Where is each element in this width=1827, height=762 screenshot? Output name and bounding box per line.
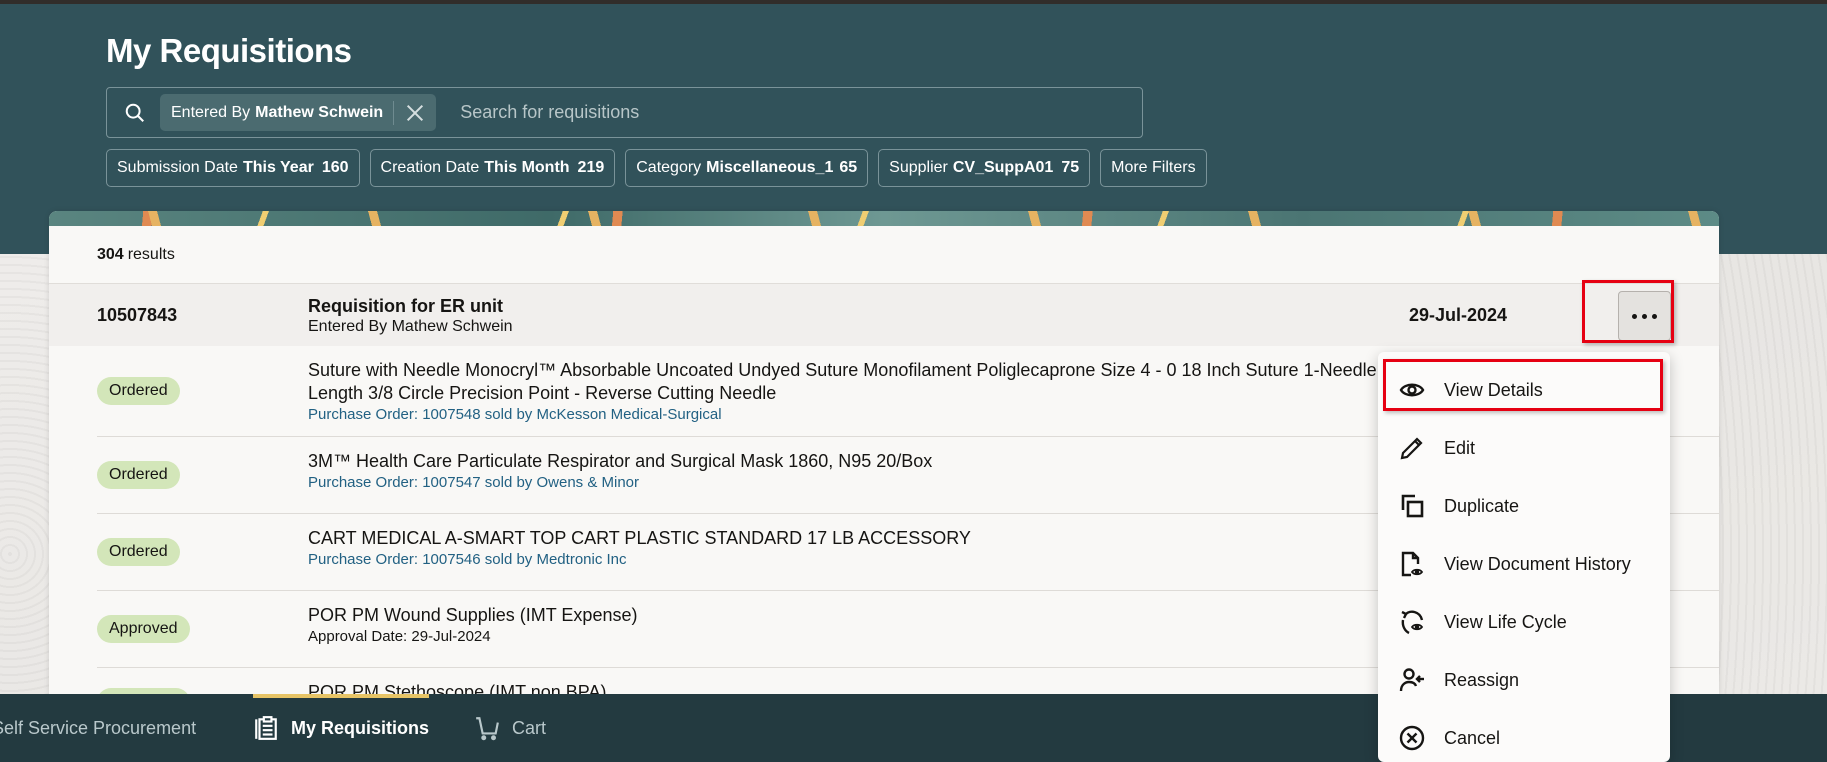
line-item-description: 3M™ Health Care Particulate Respirator a… (308, 451, 933, 471)
filter-supplier[interactable]: Supplier CV_SuppA01 75 (878, 149, 1091, 187)
filter-label: Submission Date (117, 159, 238, 176)
line-item-text: Suture with Needle Monocryl™ Absorbable … (308, 359, 1478, 423)
approval-date: Approval Date: 29-Jul-2024 (308, 628, 491, 645)
requisition-header-row[interactable]: 10507843 Requisition for ER unit Entered… (49, 284, 1719, 346)
duplicate-icon (1401, 494, 1424, 518)
nav-label: Cart (512, 717, 547, 738)
requisition-date: 29-Jul-2024 (1409, 304, 1508, 325)
filter-count: 219 (577, 159, 605, 176)
purchase-order-link[interactable]: Purchase Order: 1007547 sold by Owens & … (308, 474, 1478, 491)
filter-value: CV_SuppA01 (952, 159, 1054, 176)
menu-item-label: View Details (1444, 379, 1543, 400)
requisition-id: 10507843 (97, 304, 178, 325)
nav-label: My Requisitions (291, 717, 430, 738)
menu-item-edit[interactable]: Edit (1378, 419, 1670, 477)
status-badge: Approved (97, 615, 190, 643)
life-cycle-icon (1401, 610, 1424, 635)
purchase-order-link[interactable]: Purchase Order: 1007546 sold by Medtroni… (308, 551, 1478, 568)
status-badge: Ordered (97, 538, 180, 566)
menu-item-label: Reassign (1444, 669, 1520, 690)
document-history-icon (1401, 551, 1424, 577)
cart-icon (476, 717, 499, 741)
more-filters-button[interactable]: More Filters (1100, 149, 1207, 187)
menu-item-view-document-history[interactable]: View Document History (1378, 535, 1670, 593)
filter-label: Category (636, 159, 702, 176)
cancel-circle-icon (1399, 725, 1425, 751)
actions-menu: View Details Edit Duplicate View Documen… (1378, 352, 1670, 762)
menu-item-cancel[interactable]: Cancel (1378, 709, 1670, 762)
decorative-banner (49, 211, 1719, 226)
menu-item-label: Edit (1444, 437, 1476, 458)
nav-my-requisitions[interactable]: My Requisitions (253, 694, 430, 762)
eye-icon (1399, 383, 1425, 397)
menu-item-label: Duplicate (1444, 495, 1520, 516)
reassign-user-icon (1399, 668, 1424, 692)
filter-bar: Submission Date This Year 160 Creation D… (106, 149, 1207, 187)
menu-item-duplicate[interactable]: Duplicate (1378, 477, 1670, 535)
search-input[interactable] (460, 102, 1142, 123)
filter-submission-date[interactable]: Submission Date This Year 160 (106, 149, 360, 187)
menu-item-view-life-cycle[interactable]: View Life Cycle (1378, 593, 1670, 651)
search-icon[interactable] (124, 102, 146, 124)
line-item-text: POR PM Stethoscope (IMT non BPA) (308, 681, 1478, 694)
filter-category[interactable]: Category Miscellaneous_1 65 (625, 149, 869, 187)
line-item-description: CART MEDICAL A-SMART TOP CART PLASTIC ST… (308, 528, 971, 548)
chip-value: Mathew Schwein (255, 103, 384, 121)
requisition-title: Requisition for ER unit (308, 296, 503, 316)
filter-value: This Year (242, 159, 314, 176)
line-item-text: 3M™ Health Care Particulate Respirator a… (308, 450, 1478, 491)
status-badge: Ordered (97, 377, 180, 405)
line-item-description: Suture with Needle Monocryl™ Absorbable … (308, 360, 1437, 403)
results-label: results (127, 245, 175, 263)
results-count: 304 results (49, 226, 1719, 284)
chip-divider (393, 100, 395, 125)
line-item-text: POR PM Wound Supplies (IMT Expense) Appr… (308, 604, 1478, 645)
menu-item-label: Cancel (1444, 727, 1501, 748)
requisition-title-block: Requisition for ER unit Entered By Mathe… (308, 296, 513, 336)
filter-label: Supplier (889, 159, 948, 176)
menu-item-reassign[interactable]: Reassign (1378, 651, 1670, 709)
status-badge: Ordered (97, 461, 180, 489)
line-item-text: CART MEDICAL A-SMART TOP CART PLASTIC ST… (308, 527, 1478, 568)
ellipsis-icon (1632, 313, 1657, 319)
filter-count: 65 (839, 159, 858, 176)
menu-item-label: View Life Cycle (1444, 611, 1567, 632)
chip-label: Entered By (171, 103, 251, 121)
menu-item-label: View Document History (1444, 553, 1631, 574)
filter-count: 75 (1061, 159, 1080, 176)
more-actions-button[interactable] (1618, 291, 1671, 341)
nav-label: Self Service Procurement (0, 717, 197, 738)
close-icon[interactable] (404, 102, 426, 124)
results-number: 304 (97, 245, 124, 263)
line-item-description: POR PM Stethoscope (IMT non BPA) (308, 682, 607, 694)
filter-value: This Month (484, 159, 570, 176)
page-title: My Requisitions (106, 32, 352, 69)
nav-cart[interactable]: Cart (474, 694, 546, 762)
filter-count: 160 (321, 159, 349, 176)
pencil-icon (1400, 437, 1423, 460)
filter-value: Miscellaneous_1 (706, 159, 834, 176)
purchase-order-link[interactable]: Purchase Order: 1007548 sold by McKesson… (308, 406, 1478, 423)
clipboard-icon (255, 716, 277, 740)
line-item-description: POR PM Wound Supplies (IMT Expense) (308, 605, 638, 625)
search-bar[interactable]: Entered By Mathew Schwein (106, 87, 1143, 138)
filter-creation-date[interactable]: Creation Date This Month 219 (369, 149, 616, 187)
menu-item-view-details[interactable]: View Details (1378, 361, 1670, 419)
filter-label: Creation Date (380, 159, 480, 176)
nav-self-service-procurement[interactable]: Self Service Procurement (0, 694, 196, 762)
requisition-entered-by: Entered By Mathew Schwein (308, 318, 513, 335)
search-filter-chip: Entered By Mathew Schwein (160, 94, 437, 131)
